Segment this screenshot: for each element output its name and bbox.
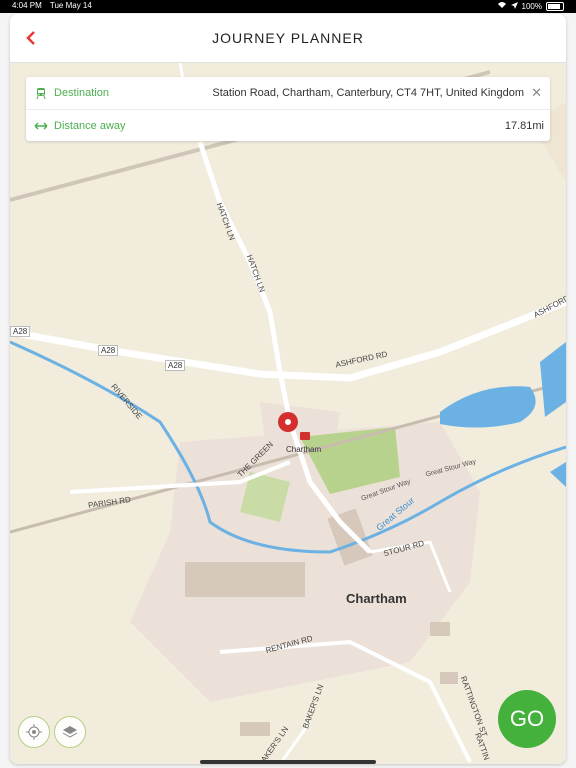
journey-planner-card: JOURNEY PLANNER HATCH LN HATCH LN A28 A2… [10,14,566,764]
map-road-label: A28 [10,326,31,337]
close-icon[interactable]: ✕ [531,85,542,101]
status-time: 4:04 PM [12,1,42,10]
destination-label: Destination [54,87,110,99]
map-road-label: A28 [98,345,119,356]
train-station-icon [300,432,310,440]
distance-row: Distance away 17.81mi [26,110,550,142]
train-icon [32,87,50,99]
town-label: Chartham [346,591,407,606]
layers-button[interactable] [54,716,86,748]
location-arrow-icon [510,1,518,11]
distance-value: 17.81mi [504,120,544,132]
battery-percent: 100% [521,1,542,11]
status-bar: 4:04 PM Tue May 14 100% [0,0,576,13]
go-button[interactable]: GO [498,690,556,748]
arrows-horizontal-icon [32,122,50,130]
destination-row[interactable]: Destination Station Road, Chartham, Cant… [26,77,550,110]
page-title: JOURNEY PLANNER [212,30,364,46]
locate-icon [26,724,42,740]
wifi-icon [497,1,507,11]
layers-icon [62,726,78,738]
header: JOURNEY PLANNER [10,14,566,63]
journey-info-panel: Destination Station Road, Chartham, Cant… [26,77,550,141]
app-screen: 4:04 PM Tue May 14 100% JOURNEY PLANNER [0,0,576,768]
battery-icon [546,1,564,11]
locate-button[interactable] [18,716,50,748]
home-indicator[interactable] [200,760,376,764]
distance-label: Distance away [54,120,126,132]
destination-value: Station Road, Chartham, Canterbury, CT4 … [212,87,524,99]
destination-marker[interactable] [278,412,298,432]
station-label: Chartham [286,445,322,454]
status-date: Tue May 14 [49,1,92,10]
map-view[interactable]: HATCH LN HATCH LN A28 A28 A28 ASHFORD RD… [10,61,566,764]
map-road-label: A28 [165,360,186,371]
